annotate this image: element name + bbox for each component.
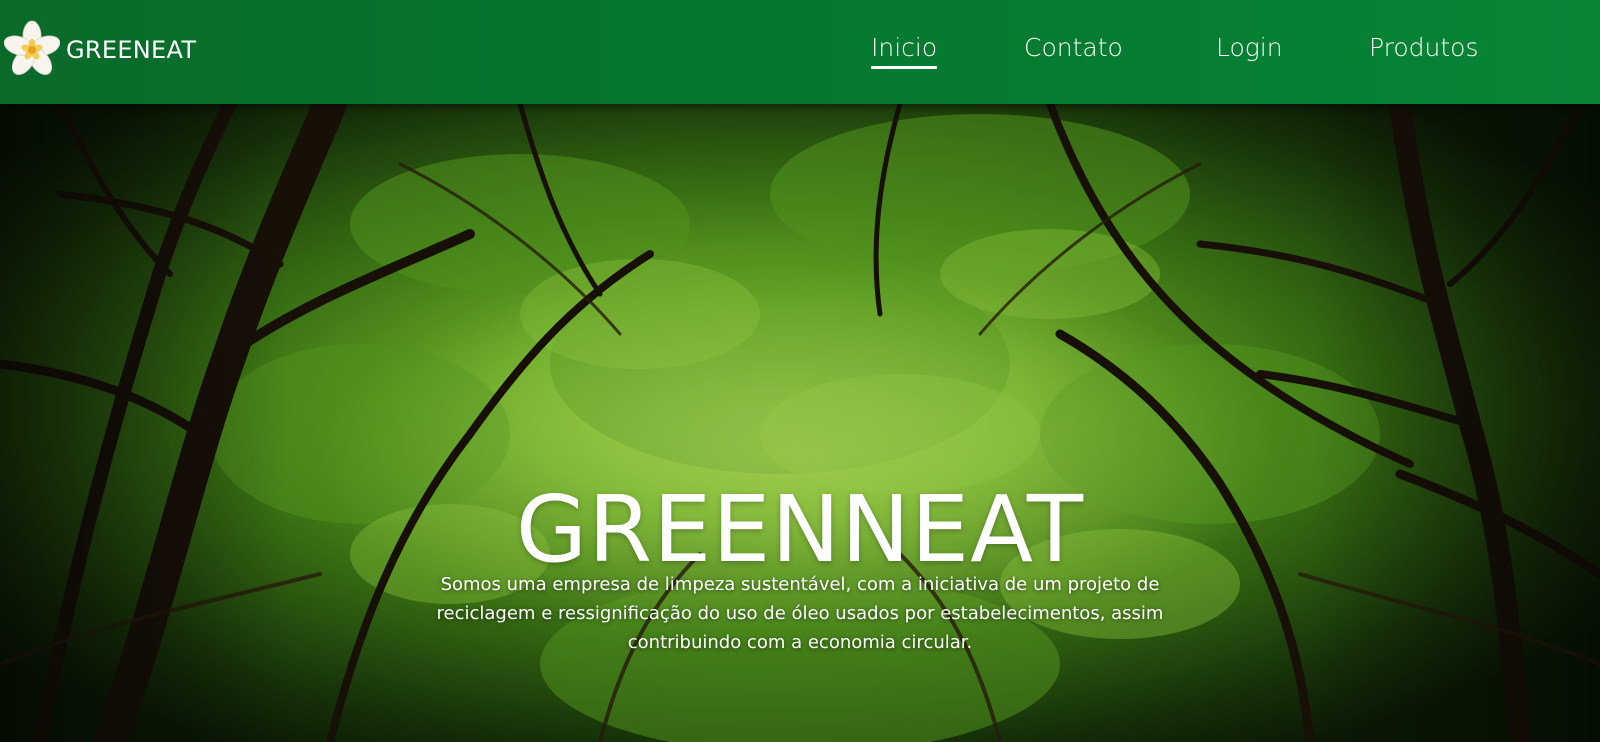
brand-logo-link[interactable]: GREENEAT: [4, 20, 196, 80]
nav-link-produtos[interactable]: Produtos: [1369, 33, 1479, 62]
plumeria-flower-icon: [4, 20, 60, 75]
brand-name: GREENEAT: [66, 36, 197, 64]
hero-section: GREENNEAT Somos uma empresa de limpeza s…: [0, 104, 1600, 742]
nav-link-contato[interactable]: Contato: [1024, 33, 1123, 62]
hero-title: GREENNEAT: [515, 475, 1085, 583]
page: GREENEAT Inicio Contato Login Produtos G…: [0, 0, 1600, 742]
nav-link-inicio[interactable]: Inicio: [871, 33, 938, 69]
top-navbar: GREENEAT Inicio Contato Login Produtos: [0, 0, 1600, 104]
nav-link-login[interactable]: Login: [1216, 33, 1283, 62]
hero-description: Somos uma empresa de limpeza sustentável…: [436, 574, 1164, 653]
